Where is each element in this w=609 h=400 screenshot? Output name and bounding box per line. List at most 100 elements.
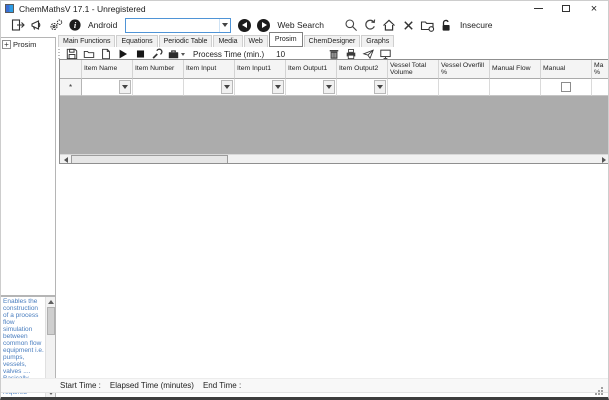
cell-ma-pct[interactable] — [592, 79, 608, 96]
column-header-ma-pct[interactable]: Ma % — [592, 60, 608, 79]
manual-checkbox[interactable] — [561, 82, 571, 92]
grid-header-row: Item Name Item Number Item Input Item In… — [60, 60, 608, 79]
tab-strip: Main Functions Equations Periodic Table … — [58, 32, 395, 47]
announce-button[interactable] — [28, 17, 45, 33]
web-search-button[interactable] — [343, 17, 360, 33]
search-combobox[interactable] — [125, 17, 232, 33]
close-icon: × — [590, 2, 598, 15]
unlock-icon — [443, 19, 451, 31]
back-icon — [241, 22, 247, 28]
column-header-item-input[interactable]: Item Input — [184, 60, 235, 79]
gears-icon — [49, 19, 62, 31]
tree-expander-icon[interactable]: + — [2, 40, 11, 49]
item-input1-dropdown-button[interactable] — [272, 80, 284, 94]
tab-periodic-table[interactable]: Periodic Table — [158, 35, 213, 47]
prosim-grid: Item Name Item Number Item Input Item In… — [59, 59, 608, 164]
resize-grip[interactable] — [595, 387, 597, 389]
search-input[interactable] — [126, 18, 220, 32]
process-time-value[interactable]: 10 — [276, 50, 285, 59]
tab-media[interactable]: Media — [213, 35, 243, 47]
tab-equations[interactable]: Equations — [116, 35, 158, 47]
new-row-marker[interactable]: * — [60, 79, 82, 96]
cell-item-number[interactable] — [133, 79, 184, 96]
column-header-rowselector[interactable] — [60, 60, 82, 79]
tab-main-functions[interactable]: Main Functions — [58, 35, 116, 47]
minimize-icon — [533, 8, 543, 9]
exit-icon — [11, 19, 25, 31]
cell-vessel-overfill[interactable] — [439, 79, 490, 96]
tab-web[interactable]: Web — [243, 35, 268, 47]
combo-caret-icon — [122, 85, 128, 89]
column-header-manual[interactable]: Manual — [541, 60, 592, 79]
tab-chemdesigner[interactable]: ChemDesigner — [303, 35, 361, 47]
column-header-vessel-total-volume[interactable]: Vessel Total Volume — [388, 60, 439, 79]
cell-item-input1[interactable] — [235, 79, 286, 96]
new-folder-button[interactable] — [419, 17, 436, 33]
cell-item-name[interactable] — [82, 79, 133, 96]
tree-node-prosim[interactable]: + Prosim — [2, 40, 54, 49]
column-header-item-name[interactable]: Item Name — [82, 60, 133, 79]
forward-icon — [261, 22, 267, 28]
refresh-button[interactable] — [362, 17, 379, 33]
end-time-label: End Time : — [202, 381, 242, 390]
cell-item-output1[interactable] — [286, 79, 337, 96]
cell-item-output2[interactable] — [337, 79, 388, 96]
combo-caret-icon — [377, 85, 383, 89]
tab-graphs[interactable]: Graphs — [361, 35, 395, 47]
home-button[interactable] — [381, 17, 398, 33]
scroll-up-button[interactable] — [46, 297, 55, 306]
start-time-label: Start Time : — [60, 381, 101, 390]
hscrollbar-thumb[interactable] — [71, 155, 228, 163]
item-name-dropdown-button[interactable] — [119, 80, 131, 94]
scrollbar-thumb[interactable] — [47, 307, 55, 335]
toolbox-dropdown-icon — [181, 52, 185, 56]
combo-caret-icon — [275, 85, 281, 89]
column-header-vessel-overfill[interactable]: Vessel Overfill % — [439, 60, 490, 79]
grid-horizontal-scrollbar[interactable] — [60, 154, 608, 163]
exit-button[interactable] — [9, 17, 26, 33]
info-icon: i — [68, 19, 81, 31]
item-input-dropdown-button[interactable] — [221, 80, 233, 94]
equipment-tree-panel: + Prosim — [1, 37, 56, 296]
stop-nav-button[interactable] — [400, 17, 417, 33]
toolbar-grip — [58, 49, 60, 59]
scroll-right-button[interactable] — [598, 155, 608, 163]
close-button[interactable]: × — [580, 1, 608, 16]
column-header-item-output2[interactable]: Item Output2 — [337, 60, 388, 79]
maximize-button[interactable] — [552, 1, 580, 16]
status-bar: Start Time : Elapsed Time (minutes) End … — [1, 378, 608, 393]
cell-vessel-total-volume[interactable] — [388, 79, 439, 96]
column-header-item-number[interactable]: Item Number — [133, 60, 184, 79]
cell-item-input[interactable] — [184, 79, 235, 96]
scroll-left-button[interactable] — [60, 155, 71, 163]
home-icon — [383, 19, 396, 31]
web-search-label: Web Search — [277, 20, 324, 30]
arrow-up-icon — [48, 299, 54, 304]
combo-caret-icon — [326, 85, 332, 89]
minimize-button[interactable] — [524, 1, 552, 16]
refresh-icon — [365, 19, 376, 30]
grid-empty-area — [60, 96, 608, 154]
cell-manual-flow[interactable] — [490, 79, 541, 96]
nav-back-button[interactable] — [238, 18, 252, 32]
window-controls: × — [524, 1, 608, 16]
column-header-manual-flow[interactable]: Manual Flow — [490, 60, 541, 79]
tree-node-label: Prosim — [13, 40, 37, 49]
close-x-icon — [404, 20, 413, 30]
column-header-item-output1[interactable]: Item Output1 — [286, 60, 337, 79]
nav-forward-button[interactable] — [257, 18, 271, 32]
title-bar: ChemMathsV 17.1 - Unregistered × — [1, 1, 608, 16]
app-icon — [5, 4, 14, 13]
security-button[interactable] — [438, 17, 455, 33]
column-header-item-input1[interactable]: Item Input1 — [235, 60, 286, 79]
settings-button[interactable] — [47, 17, 64, 33]
combo-dropdown-button[interactable] — [219, 18, 231, 32]
item-output2-dropdown-button[interactable] — [374, 80, 386, 94]
arrow-left-icon — [63, 157, 68, 163]
search-icon — [345, 19, 358, 31]
item-output1-dropdown-button[interactable] — [323, 80, 335, 94]
cell-manual[interactable] — [541, 79, 592, 96]
process-time-label: Process Time (min.) — [193, 49, 265, 59]
info-button[interactable]: i — [66, 17, 83, 33]
tab-prosim[interactable]: Prosim — [268, 32, 303, 47]
